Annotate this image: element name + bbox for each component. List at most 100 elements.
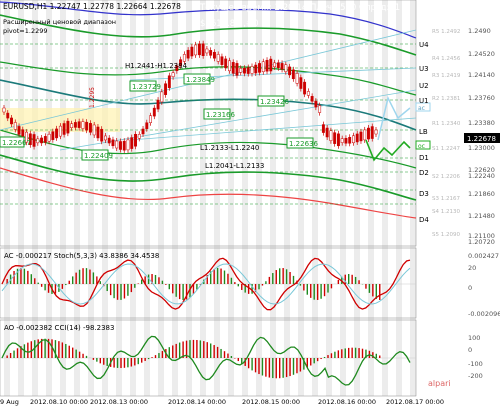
candle-body [201, 43, 205, 56]
grid-band [340, 0, 346, 396]
ao-bar [127, 358, 129, 368]
ao-bar [68, 345, 70, 358]
ao-tick: -100 [468, 360, 483, 368]
candle-body [269, 58, 273, 72]
tag-ac: ac [418, 105, 425, 112]
ao-axis: 100 0 -100 -200 [468, 334, 483, 380]
ao-tick: -200 [468, 372, 483, 380]
time-tick: 2012.08.15 00:00 [242, 398, 300, 406]
ao-bar [316, 358, 319, 362]
ac-bar [368, 284, 371, 293]
ao-bar [144, 358, 146, 361]
ac-bar [65, 284, 67, 286]
ao-bar [61, 342, 64, 358]
candle-body [370, 126, 374, 139]
ac-bar [127, 284, 129, 296]
price-tick: 1.23380 [468, 119, 495, 127]
ac-bar [30, 274, 32, 284]
ac-bar [20, 267, 22, 284]
grid-band [326, 0, 332, 396]
candle-body [111, 139, 115, 147]
ao-bar [85, 355, 88, 358]
ao-bar [78, 351, 81, 358]
ao-bar [358, 348, 360, 358]
ao-bar [120, 358, 122, 369]
candle-body [336, 133, 340, 147]
ac-bar [23, 268, 26, 284]
candle-body [363, 129, 367, 141]
ac-bar [310, 284, 312, 298]
ao-bar [320, 358, 322, 360]
candle-body [209, 50, 213, 56]
ao-bar [96, 358, 98, 362]
ao-bar [103, 358, 105, 365]
pivot-d2: D2 [419, 169, 429, 177]
ac-bar [365, 284, 367, 289]
time-tick: 2012.08.10 00:00 [30, 398, 88, 406]
ac-tick: 20 [468, 264, 476, 272]
ac-bar [241, 284, 243, 290]
current-price-label: 1.22678 [467, 135, 496, 143]
ao-bar [265, 358, 267, 377]
price-tick: 1.24140 [468, 71, 495, 79]
candle-body [10, 117, 13, 125]
candle-body [291, 69, 295, 80]
candle-body [314, 100, 318, 108]
ao-bar [337, 350, 340, 358]
candle-body [107, 137, 111, 144]
channel-label-low2: L1.2041-L1.2133 [205, 162, 264, 170]
ao-bar [261, 358, 264, 376]
ac-bar [247, 284, 250, 294]
ao-bar [254, 358, 257, 373]
candle-body [134, 133, 137, 147]
ac-bar [27, 270, 29, 284]
grid-band [18, 0, 24, 396]
candle-body [306, 91, 310, 96]
ac-panel-label: AC -0.000217 Stoch(5,3,3) 43.8386 34.453… [4, 252, 159, 260]
ac-bar [272, 273, 274, 284]
candle-body [6, 112, 10, 119]
ao-bar [6, 355, 8, 358]
candle-body [92, 124, 96, 136]
candle-body [137, 134, 141, 139]
price-box-1: 1.22667 [2, 139, 31, 147]
ac-bar [306, 284, 308, 295]
ao-bar [196, 339, 198, 358]
ao-bar [134, 358, 136, 366]
candle-body [367, 127, 370, 140]
ao-bar [82, 353, 84, 358]
pivot-d3: D3 [419, 190, 429, 198]
ao-bar [13, 350, 15, 358]
balance-line: $9617.86 ,#0 [200, 19, 259, 29]
ac-bar [213, 268, 215, 284]
pivot-u2: U2 [419, 82, 429, 90]
ao-bar [230, 356, 233, 358]
info-line: Текущее время: 2:20:14 Плечо:500 Спрэд:1… [199, 3, 400, 13]
time-tick: 2012.08.16 00:00 [318, 398, 376, 406]
candle-body [51, 131, 55, 140]
candle-body [303, 81, 307, 95]
ao-tick: 100 [468, 334, 480, 342]
ao-bar [361, 348, 364, 358]
candle-body [36, 138, 40, 144]
ao-bar [213, 345, 215, 358]
ao-bar [72, 347, 74, 358]
ac-bar [316, 284, 319, 300]
trading-chart[interactable]: 1.22667 1.22409 1.23729 1.23849 1.23166 … [0, 0, 500, 408]
ac-bar [303, 284, 305, 291]
grid-band [186, 0, 192, 396]
candle-body [130, 137, 134, 149]
ac-bar [161, 280, 164, 284]
grid-band [144, 0, 150, 396]
price-tick: 1.21480 [468, 212, 495, 220]
candle-body [228, 60, 231, 72]
ac-bar [223, 270, 226, 284]
price-tick: 1.23000 [468, 144, 495, 152]
ao-bar [65, 343, 67, 358]
level-r4: R4 1.2456 [432, 56, 461, 62]
ao-bar [237, 358, 239, 362]
ao-bar [58, 341, 60, 358]
ao-bar [210, 343, 212, 358]
ao-bar [348, 347, 350, 358]
candle-body [220, 56, 224, 65]
